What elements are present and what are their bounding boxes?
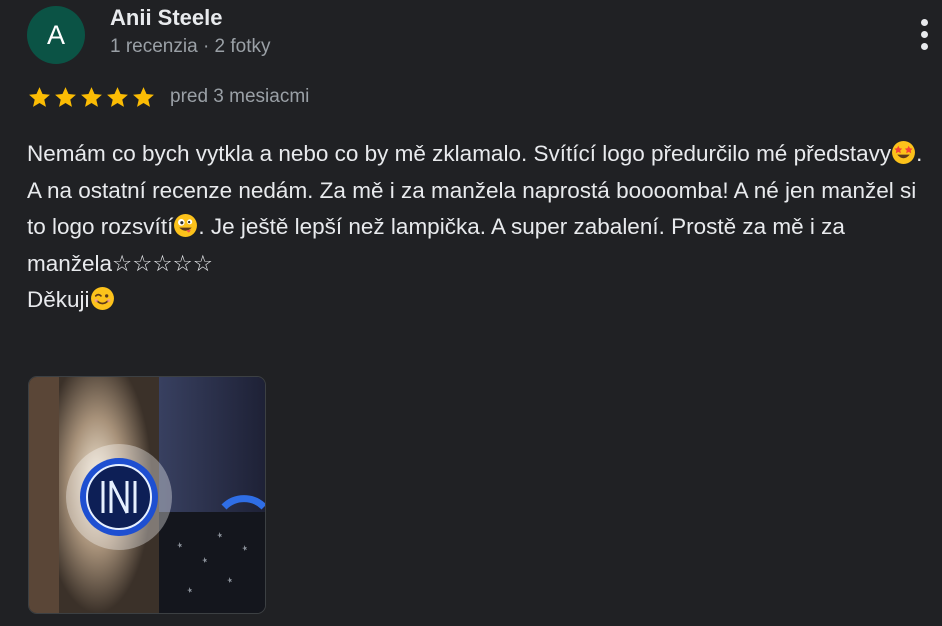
star-struck-emoji	[892, 141, 916, 164]
star-rating	[27, 85, 156, 110]
star-icon	[81, 86, 102, 107]
review-text: Nemám co bych vytkla a nebo co by mě zkl…	[27, 136, 932, 319]
more-vertical-icon	[920, 18, 928, 26]
review-photo[interactable]	[28, 376, 266, 614]
star-icon	[55, 86, 76, 107]
star-icon	[133, 86, 154, 107]
zany-face-emoji	[174, 214, 198, 237]
avatar[interactable]: A	[27, 6, 85, 64]
winking-face-emoji	[90, 287, 114, 310]
reviewer-meta: 1 recenzia · 2 fotky	[110, 36, 271, 57]
review-text-part: Děkuji	[27, 287, 90, 312]
reviewer-name[interactable]: Anii Steele	[110, 5, 222, 31]
star-icon	[107, 86, 128, 107]
more-options-button[interactable]	[909, 14, 939, 54]
rating-row: pred 3 mesiacmi	[27, 84, 309, 110]
avatar-letter: A	[46, 19, 65, 50]
review-date: pred 3 mesiacmi	[170, 86, 310, 107]
star-icon	[29, 86, 50, 107]
review-text-part: Nemám co bych vytkla a nebo co by mě zkl…	[27, 141, 892, 166]
photo-thumbnail	[29, 377, 265, 613]
